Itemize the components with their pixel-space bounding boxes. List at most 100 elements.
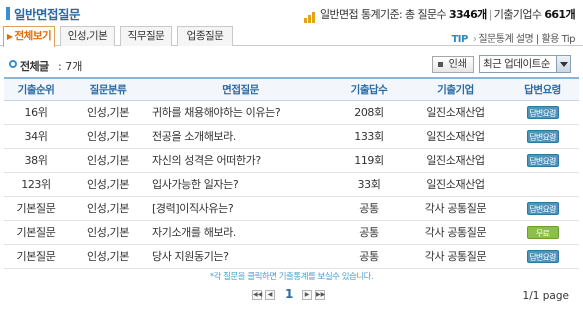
rank-cell: 16위 <box>4 100 68 125</box>
answer-cell <box>506 172 579 197</box>
rank-cell: 기본질문 <box>4 244 68 269</box>
count-cell: 공통 <box>333 244 405 269</box>
count-cell: 공통 <box>333 196 405 221</box>
table-row: 기본질문 인성,기본 자기소개를 해보라. 공통 각사 공통질문 무료 <box>4 220 579 245</box>
company-count: 661개 <box>544 8 575 21</box>
company-cell: 각사 공통질문 <box>405 196 506 221</box>
sort-select[interactable]: 최근 업데이트순 <box>479 55 571 73</box>
category-cell: 인성,기본 <box>68 148 148 173</box>
question-link[interactable]: 자신의 성격은 어떠한가? <box>148 148 333 173</box>
answer-tips-button[interactable]: 답변요령 <box>526 249 559 263</box>
print-button[interactable]: 인쇄 <box>432 56 474 73</box>
page-info: 1/1 page <box>522 290 569 302</box>
chevron-down-icon <box>560 62 568 67</box>
header-question: 면접질문 <box>148 77 333 101</box>
company-cell: 각사 공통질문 <box>405 244 506 269</box>
answer-tips-button[interactable]: 답변요령 <box>526 201 559 215</box>
print-label: 인쇄 <box>448 59 467 70</box>
table-header-row: 기출순위 질문분류 면접질문 기출답수 기출기업 답변요령 <box>4 77 579 101</box>
rank-cell: 34위 <box>4 124 68 149</box>
header-company: 기출기업 <box>405 77 506 101</box>
table-row: 34위 인성,기본 전공을 소개해보라. 133회 일진소재산업 답변요령 <box>4 124 579 149</box>
count-cell: 133회 <box>333 124 405 149</box>
arrow-right-icon: ▶ <box>6 32 13 41</box>
category-cell: 인성,기본 <box>68 220 148 245</box>
footnote: *각 질문을 클릭하면 기출통계를 보실수 있습니다. <box>209 272 374 282</box>
header-count: 기출답수 <box>333 77 405 101</box>
summary-row: 전체글 : 7개 인쇄 최근 업데이트순 <box>0 50 583 76</box>
next-page-button[interactable]: ▶ <box>302 290 312 300</box>
answer-tips-button[interactable]: 답변요령 <box>526 153 559 167</box>
question-link[interactable]: 당사 지원동기는? <box>148 244 333 269</box>
question-link[interactable]: 자기소개를 해보라. <box>148 220 333 245</box>
question-link[interactable]: 입사가능한 일자는? <box>148 172 333 197</box>
question-link[interactable]: 귀하를 채용해야하는 이유는? <box>148 100 333 125</box>
page-title: 일반면접질문 <box>14 7 81 22</box>
dropdown-toggle[interactable] <box>556 56 570 72</box>
category-cell: 인성,기본 <box>68 196 148 221</box>
count-cell: 33회 <box>333 172 405 197</box>
company-cell: 일진소재산업 <box>405 148 506 173</box>
tab-job[interactable]: 직무질문 <box>120 26 172 46</box>
header-category: 질문분류 <box>68 77 148 101</box>
stats-summary: 일반면접 통계기준: 총 질문수 3346개 | 기출기업수 661개 <box>303 6 576 23</box>
count-cell: 공통 <box>333 220 405 245</box>
title-accent-bar <box>6 7 10 20</box>
free-answer-button[interactable]: 무료 <box>526 225 559 239</box>
company-cell: 일진소재산업 <box>405 124 506 149</box>
question-table: 기출순위 질문분류 면접질문 기출답수 기출기업 답변요령 16위 인성,기본 … <box>4 77 579 269</box>
table-row: 기본질문 인성,기본 당사 지원동기는? 공통 각사 공통질문 답변요령 <box>4 244 579 269</box>
category-cell: 인성,기본 <box>68 172 148 197</box>
tip-links: TIP › 질문통계 설명 | 활용 Tip <box>451 30 575 45</box>
answer-cell: 답변요령 <box>506 100 579 125</box>
company-cell: 일진소재산업 <box>405 100 506 125</box>
answer-cell: 답변요령 <box>506 124 579 149</box>
tab-label: 전체보기 <box>14 30 52 42</box>
bar-chart-icon <box>303 10 316 23</box>
count-cell: 119회 <box>333 148 405 173</box>
question-link[interactable]: 전공을 소개해보라. <box>148 124 333 149</box>
tip-link-stats[interactable]: 질문통계 설명 <box>478 34 533 45</box>
caret-icon: › <box>472 34 477 45</box>
last-page-button[interactable]: ▶▶ <box>315 290 325 300</box>
header-answer: 답변요령 <box>506 77 579 101</box>
stats-separator: | <box>488 8 493 21</box>
table-row: 123위 인성,기본 입사가능한 일자는? 33회 일진소재산업 <box>4 172 579 197</box>
total-label: 전체글 <box>20 60 49 73</box>
question-link[interactable]: [경력]이직사유는? <box>148 196 333 221</box>
prev-page-button[interactable]: ◀ <box>265 290 275 300</box>
table-row: 기본질문 인성,기본 [경력]이직사유는? 공통 각사 공통질문 답변요령 <box>4 196 579 221</box>
answer-tips-button[interactable]: 답변요령 <box>526 129 559 143</box>
tip-label: TIP <box>451 34 468 45</box>
total-value: : 7개 <box>58 60 83 73</box>
print-icon <box>438 62 443 67</box>
first-page-button[interactable]: ◀◀ <box>252 290 262 300</box>
answer-cell: 무료 <box>506 220 579 245</box>
page-header: 일반면접질문 일반면접 통계기준: 총 질문수 3346개 | 기출기업수 661개 <box>0 0 583 24</box>
tab-all[interactable]: ▶ 전체보기 <box>3 26 55 47</box>
answer-cell: 답변요령 <box>506 196 579 221</box>
header-rank: 기출순위 <box>4 77 68 101</box>
category-cell: 인성,기본 <box>68 244 148 269</box>
tip-link-usage[interactable]: 활용 Tip <box>541 34 575 45</box>
answer-cell: 답변요령 <box>506 148 579 173</box>
rank-cell: 123위 <box>4 172 68 197</box>
tab-industry[interactable]: 업종질문 <box>177 26 233 46</box>
rank-cell: 기본질문 <box>4 220 68 245</box>
rank-cell: 38위 <box>4 148 68 173</box>
current-page[interactable]: 1 <box>285 287 293 301</box>
table-row: 16위 인성,기본 귀하를 채용해야하는 이유는? 208회 일진소재산업 답변… <box>4 100 579 125</box>
answer-cell: 답변요령 <box>506 244 579 269</box>
category-cell: 인성,기본 <box>68 100 148 125</box>
sort-selected-value: 최근 업데이트순 <box>483 58 550 70</box>
tip-separator: | <box>535 34 539 45</box>
category-cell: 인성,기본 <box>68 124 148 149</box>
company-cell: 일진소재산업 <box>405 172 506 197</box>
answer-tips-button[interactable]: 답변요령 <box>526 105 559 119</box>
tab-personality[interactable]: 인성,기본 <box>60 26 115 46</box>
company-cell: 각사 공통질문 <box>405 220 506 245</box>
question-count: 3346개 <box>448 8 487 21</box>
bullet-icon <box>9 60 17 68</box>
table-row: 38위 인성,기본 자신의 성격은 어떠한가? 119회 일진소재산업 답변요령 <box>4 148 579 173</box>
rank-cell: 기본질문 <box>4 196 68 221</box>
